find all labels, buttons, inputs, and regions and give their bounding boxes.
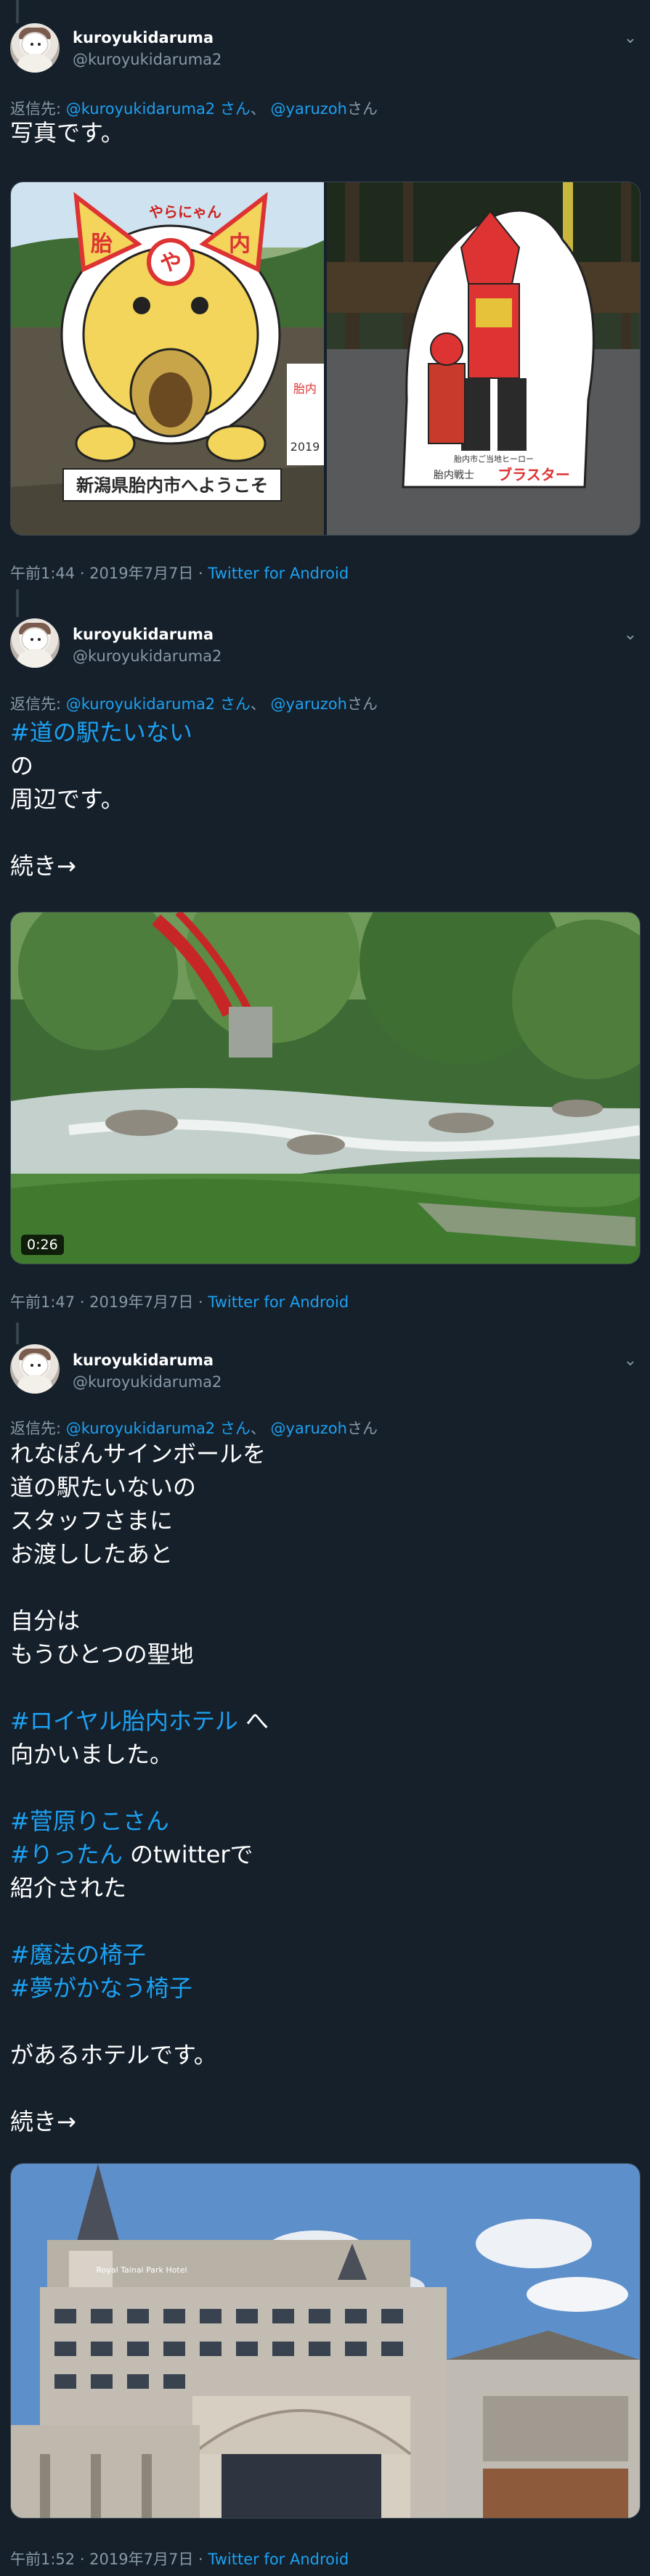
avatar[interactable]	[10, 23, 60, 73]
tweet-line: があるホテルです。	[10, 2041, 217, 2069]
text-fragment: のtwitterで	[122, 1841, 253, 1868]
reply-separator: 、	[250, 100, 266, 118]
reply-suffix: さん	[346, 695, 378, 713]
reply-suffix: さん	[346, 1420, 378, 1437]
user-handle[interactable]: @kuroyukidaruma2	[73, 51, 222, 68]
replying-to: 返信先: @kuroyukidaruma2 さん、 @yaruzohさん	[10, 692, 378, 714]
hashtag-link[interactable]: #魔法の椅子	[10, 1938, 269, 1971]
tweet-line: お渡ししたあと	[10, 1540, 174, 1568]
tweet-line: 道の駅たいないの	[10, 1473, 197, 1501]
hero-caption-1: 胎内市ご当地ヒーロー	[454, 454, 534, 464]
tweet-meta: 午前1:52 · 2019年7月7日 · Twitter for Android	[10, 2548, 349, 2569]
avatar[interactable]	[10, 1344, 60, 1394]
hotel-photo[interactable]: Royal Tainai Park Hotel	[10, 2163, 641, 2519]
display-name[interactable]: kuroyukidaruma	[73, 1352, 214, 1369]
reply-mention-1[interactable]: @kuroyukidaruma2 さん	[66, 1420, 251, 1437]
timestamp[interactable]: 午前1:52 · 2019年7月7日 ·	[10, 2551, 208, 2568]
sign-top-text: やらにゃん	[149, 203, 222, 221]
hotel-sign-text: Royal Tainai Park Hotel	[96, 2265, 187, 2275]
tweet-text: れなぽんサインボールを 道の駅たいないの スタッフさまに お渡ししたあと 自分は…	[10, 1437, 269, 2138]
tweet-meta: 午前1:47 · 2019年7月7日 · Twitter for Android	[10, 1291, 349, 1312]
hashtag-link[interactable]: #道の駅たいない	[10, 716, 192, 749]
hotel-image: Royal Tainai Park Hotel	[11, 2164, 640, 2518]
tweet-line: の	[10, 752, 34, 780]
reply-mention-2[interactable]: @yaruzoh	[271, 100, 347, 118]
photo-grid[interactable]: や 胎 内 やらにゃん 新潟県胎内市へようこそ 胎内 2019 胎内市ご当地ヒー…	[10, 181, 641, 536]
tweet-2: kuroyukidaruma @kuroyukidaruma2 ⌄ 返信先: @…	[0, 589, 650, 1322]
hashtag-link[interactable]: #りったん	[10, 1841, 123, 1868]
reply-suffix: さん	[346, 100, 378, 118]
tweet-line	[10, 1571, 269, 1604]
tweet-meta: 午前1:44 · 2019年7月7日 · Twitter for Android	[10, 562, 349, 584]
sign-face-text: や	[160, 250, 182, 276]
replying-prefix: 返信先:	[10, 1420, 62, 1437]
sign-welcome-text: 新潟県胎内市へようこそ	[76, 475, 268, 496]
photo-pair: や 胎 内 やらにゃん 新潟県胎内市へようこそ 胎内 2019 胎内市ご当地ヒー…	[11, 182, 640, 535]
video-duration: 0:26	[21, 1235, 64, 1255]
side-banner-year: 2019	[291, 440, 320, 454]
tweet-line: スタッフさまに	[10, 1507, 174, 1534]
sign-kanji-2: 内	[229, 232, 251, 257]
thread-line	[16, 1322, 19, 1344]
chevron-down-icon[interactable]: ⌄	[624, 29, 637, 47]
avatar[interactable]	[10, 618, 60, 668]
display-name[interactable]: kuroyukidaruma	[73, 29, 214, 46]
sign-kanji-1: 胎	[90, 232, 113, 257]
timestamp[interactable]: 午前1:47 · 2019年7月7日 ·	[10, 1293, 208, 1311]
reply-separator: 、	[250, 695, 266, 713]
source-link[interactable]: Twitter for Android	[208, 565, 349, 582]
tweet-line: れなぽんサインボールを	[10, 1440, 267, 1468]
tweet-3: kuroyukidaruma @kuroyukidaruma2 ⌄ 返信先: @…	[0, 1322, 650, 2576]
tweet-line: #りったん のtwitterで	[10, 1838, 269, 1871]
tweet-line: 続き→	[10, 852, 76, 880]
source-link[interactable]: Twitter for Android	[208, 2551, 349, 2568]
side-banner-text: 胎内	[293, 382, 317, 396]
display-name[interactable]: kuroyukidaruma	[73, 626, 214, 643]
user-handle[interactable]: @kuroyukidaruma2	[73, 1373, 222, 1391]
video-player[interactable]: 0:26	[10, 912, 641, 1264]
replying-prefix: 返信先:	[10, 695, 62, 713]
reply-mention-2[interactable]: @yaruzoh	[271, 695, 347, 713]
hashtag-link[interactable]: #ロイヤル胎内ホテル	[10, 1707, 238, 1735]
tweet-line: 自分は	[10, 1607, 81, 1635]
source-link[interactable]: Twitter for Android	[208, 1293, 349, 1311]
hero-name: ブラスター	[497, 466, 570, 483]
reply-separator: 、	[250, 1420, 266, 1437]
tweet-line	[10, 816, 192, 849]
thread-line	[16, 0, 19, 23]
tweet-line: 周辺です。	[10, 785, 124, 813]
hero-caption-2: 胎内戦士	[434, 470, 474, 481]
user-handle[interactable]: @kuroyukidaruma2	[73, 647, 222, 665]
thread-line	[16, 589, 19, 617]
hashtag-link[interactable]: #菅原りこさん	[10, 1804, 269, 1838]
replying-to: 返信先: @kuroyukidaruma2 さん、 @yaruzohさん	[10, 1417, 378, 1439]
tweet-1: kuroyukidaruma @kuroyukidaruma2 ⌄ 返信先: @…	[0, 0, 650, 589]
video-thumbnail	[11, 912, 640, 1264]
tweet-line: 続き→	[10, 2108, 76, 2135]
tweet-line: #ロイヤル胎内ホテル へ	[10, 1704, 269, 1738]
text-fragment: へ	[237, 1707, 269, 1735]
tweet-text: #道の駅たいない の 周辺です。 続き→	[10, 716, 192, 883]
tweet-line: もうひとつの聖地	[10, 1640, 194, 1668]
chevron-down-icon[interactable]: ⌄	[624, 1352, 637, 1370]
reply-mention-2[interactable]: @yaruzoh	[271, 1420, 347, 1437]
tweet-line: 写真です。	[10, 119, 124, 147]
tweet-text: 写真です。	[10, 116, 124, 150]
reply-mention-1[interactable]: @kuroyukidaruma2 さん	[66, 695, 251, 713]
chevron-down-icon[interactable]: ⌄	[624, 626, 637, 644]
reply-mention-1[interactable]: @kuroyukidaruma2 さん	[66, 100, 251, 118]
hashtag-link[interactable]: #夢がかなう椅子	[10, 1971, 269, 2005]
timestamp[interactable]: 午前1:44 · 2019年7月7日 ·	[10, 565, 208, 582]
replying-prefix: 返信先:	[10, 100, 62, 118]
tweet-line: 紹介された	[10, 1874, 127, 1902]
tweet-line: 向かいました。	[10, 1741, 174, 1768]
